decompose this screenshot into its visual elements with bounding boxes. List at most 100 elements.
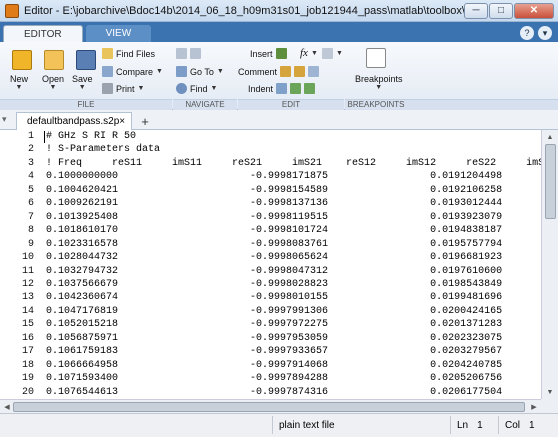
new-tab-button[interactable]: + — [136, 113, 154, 129]
breakpoints-icon — [366, 48, 386, 68]
line-number: 12 — [21, 278, 34, 290]
line-text: 0.1066664958 -0.9997914068 0.0204240785 … — [46, 359, 503, 371]
line-number: 6 — [27, 198, 34, 210]
line-text: 0.1052015218 -0.9997972275 0.0201371283 … — [46, 319, 503, 331]
code-line: 13 0.1042360674 -0.9998010155 0.019948169… — [0, 291, 541, 305]
line-number: 16 — [21, 332, 34, 344]
file-type-status: plain text file — [272, 416, 450, 434]
code-line: 20 0.1076544613 -0.9997874316 0.020617750… — [0, 386, 541, 399]
search-icon — [176, 83, 187, 94]
caret-icon: ▼ — [210, 85, 218, 92]
edit-group-label: EDIT — [238, 99, 344, 110]
editor-text-area[interactable]: 1 # GHz S RI R 50 2 ! S-Parameters data 3 ! F… — [0, 130, 541, 399]
line-number: 19 — [21, 373, 34, 385]
scroll-right-icon[interactable]: ▶ — [528, 401, 540, 413]
printer-icon — [102, 83, 113, 94]
tab-list-icon[interactable]: ▾ — [2, 114, 7, 125]
scroll-up-icon[interactable]: ▲ — [544, 131, 556, 143]
help-icon[interactable]: ? — [520, 26, 534, 40]
line-text: 0.1004620421 -0.9998154589 0.0192106258 … — [46, 184, 503, 196]
code-line: 19 0.1071593400 -0.9997894288 0.020520675… — [0, 372, 541, 386]
line-text: 0.1037566679 -0.9998028823 0.0198543849 … — [46, 278, 503, 290]
line-text: 0.1009262191 -0.9998137136 0.0193012444 … — [46, 198, 503, 210]
insert-button[interactable]: Insert — [250, 48, 287, 59]
open-button[interactable]: Open ▼ — [42, 74, 64, 91]
comment-label: Comment — [238, 66, 278, 77]
code-line: 15 0.1052015218 -0.9997972275 0.020137128… — [0, 318, 541, 332]
breakpoints-button[interactable]: Breakpoints ▼ — [355, 74, 403, 91]
line-number: 13 — [21, 292, 34, 304]
horizontal-scrollbar[interactable]: ◀ ▶ — [0, 399, 541, 413]
close-button[interactable]: ✕ — [514, 2, 554, 19]
code-line: 12 0.1037566679 -0.9998028823 0.019854384… — [0, 278, 541, 292]
line-text: 0.1028044732 -0.9998065624 0.0196681923 … — [46, 252, 503, 264]
column-status: Col 1 — [498, 416, 558, 434]
find-files-button[interactable]: Find Files — [102, 48, 155, 59]
save-button[interactable]: Save ▼ — [72, 74, 93, 91]
code-line: 4 0.1000000000 -0.9998171875 0.0191204498… — [0, 170, 541, 184]
scroll-left-icon[interactable]: ◀ — [1, 401, 13, 413]
code-line: 6 0.1009262191 -0.9998137136 0.0193012444… — [0, 197, 541, 211]
line-number: 20 — [21, 386, 34, 398]
print-label: Print — [116, 83, 135, 94]
comment-button[interactable]: Comment — [238, 66, 320, 77]
wrap-comment-icon — [308, 66, 320, 77]
horizontal-scroll-thumb[interactable] — [13, 402, 525, 412]
line-text: ! S-Parameters data — [46, 144, 161, 156]
caret-icon: ▼ — [310, 49, 318, 57]
line-text: 0.1056875971 -0.9997953059 0.0202323075 … — [46, 332, 503, 344]
line-text: 0.1032794732 -0.9998047312 0.0197610600 … — [46, 265, 503, 277]
vertical-scrollbar[interactable]: ▲ ▼ — [541, 130, 558, 399]
insert-section-button[interactable]: ▼ — [322, 48, 343, 59]
find-button[interactable]: Find ▼ — [176, 83, 217, 94]
insert-icon — [275, 48, 287, 59]
line-number: 1 — [27, 131, 34, 142]
maximize-button[interactable]: □ — [489, 2, 513, 19]
close-tab-icon[interactable]: × — [119, 116, 125, 127]
line-number: 4 — [27, 171, 34, 183]
caret-icon: ▼ — [336, 50, 343, 57]
print-button[interactable]: Print ▼ — [102, 83, 144, 94]
code-line: 5 0.1004620421 -0.9998154589 0.0192106258… — [0, 184, 541, 198]
uncomment-icon — [294, 66, 306, 77]
code-line: 16 0.1056875971 -0.9997953059 0.020232307… — [0, 332, 541, 346]
tab-editor[interactable]: EDITOR — [3, 25, 83, 42]
compare-button[interactable]: Compare ▼ — [102, 66, 163, 77]
back-button[interactable] — [176, 48, 201, 59]
line-text: 0.1023316578 -0.9998083761 0.0195757794 … — [46, 238, 503, 250]
line-text: 0.1061759183 -0.9997933657 0.0203279567 … — [46, 346, 503, 358]
line-number: 9 — [27, 238, 34, 250]
breakpoints-label: Breakpoints — [355, 74, 403, 84]
tab-view[interactable]: VIEW — [85, 25, 152, 42]
scroll-down-icon[interactable]: ▼ — [544, 386, 556, 398]
doc-tab-defaultbandpass[interactable]: defaultbandpass.s2p × — [16, 112, 132, 130]
breakpoints-group-label: BREAKPOINTS — [345, 99, 407, 110]
save-icon — [76, 50, 96, 70]
ln-label: Ln — [457, 419, 469, 431]
line-text: 0.1076544613 -0.9997874316 0.0206177504 … — [46, 386, 503, 398]
new-button[interactable]: New ▼ — [10, 74, 28, 91]
code-line: 14 0.1047176819 -0.9997991306 0.020042416… — [0, 305, 541, 319]
fx-button[interactable]: fx ▼ — [300, 47, 318, 59]
window-title: Editor - E:\jobarchive\Bdoc14b\2014_06_1… — [24, 4, 464, 17]
code-line: 17 0.1061759183 -0.9997933657 0.020327956… — [0, 345, 541, 359]
ribbon-empty-area — [407, 99, 558, 110]
minimize-button[interactable]: ─ — [464, 2, 488, 19]
vertical-scroll-thumb[interactable] — [545, 144, 556, 219]
indent-label: Indent — [248, 83, 274, 94]
line-text: 0.1042360674 -0.9998010155 0.0199481696 … — [46, 292, 503, 304]
caret-icon: ▼ — [375, 84, 383, 91]
line-text: 0.1013925408 -0.9998119515 0.0193923079 … — [46, 211, 503, 223]
fx-label: fx — [300, 47, 308, 59]
open-folder-icon — [44, 50, 64, 70]
caret-icon: ▼ — [78, 84, 86, 91]
save-label: Save — [72, 74, 93, 84]
chevron-down-icon[interactable]: ▾ — [538, 26, 552, 40]
code-line: 3 ! Freq reS11 imS11 reS21 imS21 reS12 im… — [0, 157, 541, 171]
line-text: ! Freq reS11 imS11 reS21 imS21 reS12 imS… — [46, 157, 541, 169]
compare-label: Compare — [116, 66, 154, 77]
comment-icon — [280, 66, 292, 77]
indent-button[interactable]: Indent — [248, 83, 316, 94]
goto-label: Go To — [190, 66, 214, 77]
goto-button[interactable]: Go To ▼ — [176, 66, 224, 77]
